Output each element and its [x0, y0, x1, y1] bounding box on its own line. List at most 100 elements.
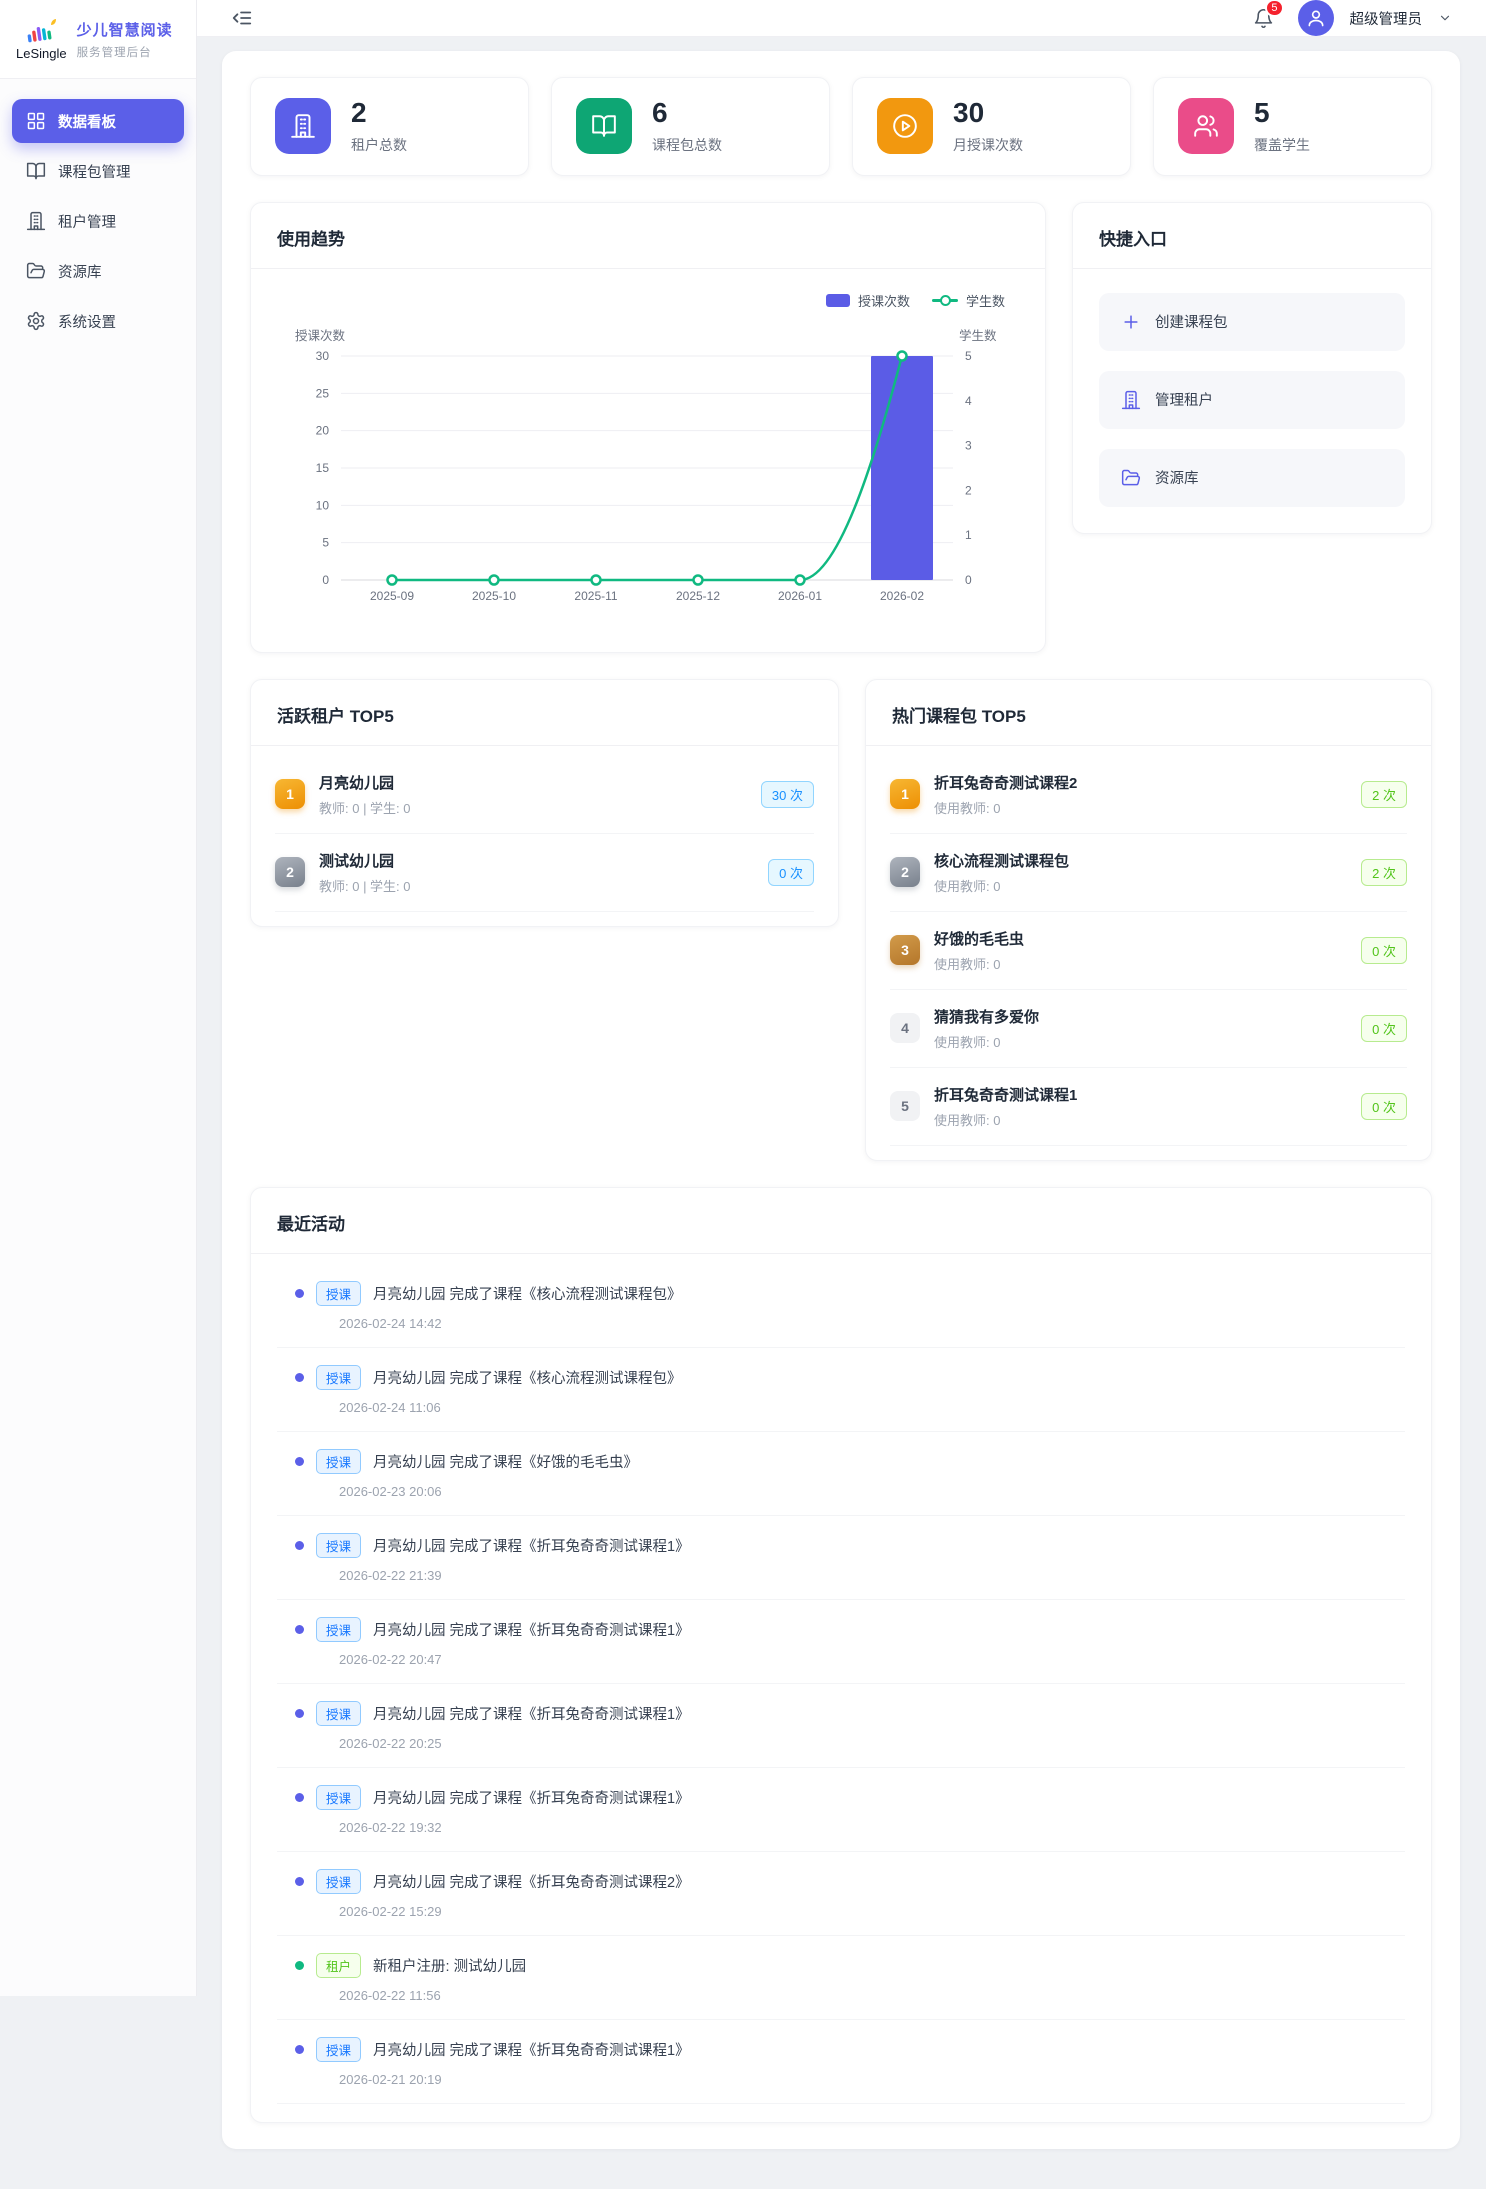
sidebar-item[interactable]: 资源库	[12, 249, 184, 293]
package-meta: 使用教师: 0	[934, 1032, 1347, 1051]
sidebar-item-label: 课程包管理	[58, 161, 131, 182]
quick-entry-item[interactable]: 管理租户	[1099, 371, 1405, 429]
rank-badge: 4	[890, 1013, 920, 1043]
svg-text:授课次数: 授课次数	[295, 328, 346, 343]
book-icon	[26, 161, 46, 181]
activity-tag: 授课	[316, 1533, 361, 1558]
sidebar-item[interactable]: 课程包管理	[12, 149, 184, 193]
notifications-button[interactable]: 5	[1253, 8, 1274, 29]
brand-name: LeSingle	[16, 46, 67, 61]
stats-row: 2 租户总数 6 课程包总数	[250, 77, 1432, 176]
sidebar-item[interactable]: 租户管理	[12, 199, 184, 243]
package-name: 核心流程测试课程包	[934, 850, 1347, 871]
package-row: 3 好饿的毛毛虫 使用教师: 0 0 次	[890, 912, 1407, 990]
svg-text:2025-12: 2025-12	[676, 589, 720, 603]
recent-activity-card: 最近活动 授课 月亮幼儿园 完成了课程《核心流程测试课程包》 2026-02-2…	[250, 1187, 1432, 2123]
stat-value: 30	[953, 98, 1023, 129]
sidebar-nav: 数据看板 课程包管理 租户管理 资源库 系统设置	[0, 79, 196, 363]
activity-tag: 租户	[316, 1953, 361, 1978]
collapse-sidebar-icon[interactable]	[231, 7, 253, 29]
package-meta: 使用教师: 0	[934, 876, 1347, 895]
book-icon	[591, 113, 617, 139]
activity-text: 月亮幼儿园 完成了课程《核心流程测试课程包》	[373, 1367, 682, 1388]
stat-label: 租户总数	[351, 135, 407, 155]
svg-text:20: 20	[316, 423, 330, 437]
sidebar: LeSingle 少儿智慧阅读 服务管理后台 数据看板 课程包管理 租户管理 资…	[0, 0, 197, 1996]
activity-item: 授课 月亮幼儿园 完成了课程《折耳兔奇奇测试课程1》 2026-02-22 19…	[277, 1768, 1405, 1852]
activity-text: 月亮幼儿园 完成了课程《折耳兔奇奇测试课程1》	[373, 1787, 690, 1808]
activity-item: 授课 月亮幼儿园 完成了课程《好饿的毛毛虫》 2026-02-23 20:06	[277, 1432, 1405, 1516]
activity-time: 2026-02-22 20:47	[339, 1652, 1405, 1667]
activity-dot	[295, 1793, 304, 1802]
bar-series-swatch	[826, 294, 850, 307]
quick-entry-label: 管理租户	[1155, 389, 1213, 410]
tenant-row: 2 测试幼儿园 教师: 0 | 学生: 0 0 次	[275, 834, 814, 912]
svg-text:2026-01: 2026-01	[778, 589, 822, 603]
activity-tag: 授课	[316, 2037, 361, 2062]
activity-time: 2026-02-22 21:39	[339, 1568, 1405, 1583]
activity-dot	[295, 1625, 304, 1634]
sidebar-item-label: 租户管理	[58, 211, 116, 232]
activity-tag: 授课	[316, 1785, 361, 1810]
app-logo: LeSingle 少儿智慧阅读 服务管理后台	[0, 0, 196, 79]
activity-dot	[295, 1961, 304, 1970]
activity-item: 授课 月亮幼儿园 完成了课程《折耳兔奇奇测试课程1》 2026-02-22 20…	[277, 1600, 1405, 1684]
legend-student-count[interactable]: 学生数	[932, 291, 1005, 310]
plus-icon	[1121, 312, 1141, 332]
svg-text:30: 30	[316, 349, 330, 363]
package-row: 4 猜猜我有多爱你 使用教师: 0 0 次	[890, 990, 1407, 1068]
hot-packages-card: 热门课程包 TOP5 1 折耳兔奇奇测试课程2 使用教师: 0 2 次 2	[865, 679, 1432, 1161]
activity-item: 授课 月亮幼儿园 完成了课程《核心流程测试课程包》 2026-02-24 11:…	[277, 1348, 1405, 1432]
activity-dot	[295, 1373, 304, 1382]
activity-tag: 授课	[316, 1365, 361, 1390]
package-meta: 使用教师: 0	[934, 798, 1347, 817]
activity-item: 授课 月亮幼儿园 完成了课程《核心流程测试课程包》 2026-02-24 14:…	[277, 1264, 1405, 1348]
usage-trend-title: 使用趋势	[251, 203, 1045, 269]
activity-time: 2026-02-22 11:56	[339, 1988, 1405, 2003]
svg-text:3: 3	[965, 438, 972, 452]
play-circle-icon	[892, 113, 918, 139]
stat-label: 覆盖学生	[1254, 135, 1310, 155]
package-name: 折耳兔奇奇测试课程1	[934, 1084, 1347, 1105]
activity-item: 授课 月亮幼儿园 完成了课程《折耳兔奇奇测试课程1》 2026-02-22 21…	[277, 1516, 1405, 1600]
activity-tag: 授课	[316, 1701, 361, 1726]
tenant-meta: 教师: 0 | 学生: 0	[319, 876, 754, 895]
rank-badge: 2	[890, 857, 920, 887]
activity-time: 2026-02-22 20:25	[339, 1736, 1405, 1751]
building-icon	[26, 211, 46, 231]
activity-dot	[295, 1709, 304, 1718]
activity-text: 月亮幼儿园 完成了课程《折耳兔奇奇测试课程1》	[373, 1535, 690, 1556]
svg-text:15: 15	[316, 461, 330, 475]
chevron-down-icon[interactable]	[1438, 11, 1452, 25]
stat-card: 30 月授课次数	[852, 77, 1131, 176]
rank-badge: 2	[275, 857, 305, 887]
sidebar-item[interactable]: 数据看板	[12, 99, 184, 143]
quick-entry-item[interactable]: 创建课程包	[1099, 293, 1405, 351]
stat-value: 2	[351, 98, 407, 129]
svg-text:5: 5	[322, 535, 329, 549]
sidebar-item[interactable]: 系统设置	[12, 299, 184, 343]
user-avatar[interactable]	[1298, 0, 1334, 36]
package-meta: 使用教师: 0	[934, 1110, 1347, 1129]
quick-entry-item[interactable]: 资源库	[1099, 449, 1405, 507]
activity-time: 2026-02-24 14:42	[339, 1316, 1405, 1331]
building-icon	[290, 113, 316, 139]
legend-teach-count[interactable]: 授课次数	[826, 291, 910, 310]
activity-text: 月亮幼儿园 完成了课程《折耳兔奇奇测试课程1》	[373, 2039, 690, 2060]
activity-dot	[295, 1289, 304, 1298]
activity-time: 2026-02-22 19:32	[339, 1820, 1405, 1835]
gear-icon	[26, 311, 46, 331]
tenant-row: 1 月亮幼儿园 教师: 0 | 学生: 0 30 次	[275, 756, 814, 834]
svg-text:学生数: 学生数	[959, 328, 997, 343]
person-icon	[1306, 8, 1326, 28]
logo-mark-icon	[25, 18, 57, 44]
active-tenants-title: 活跃租户 TOP5	[251, 680, 838, 746]
product-subtitle: 服务管理后台	[77, 44, 173, 60]
usage-trend-card: 使用趋势 授课次数 学生数 051015202530012345授课次数学生数2…	[250, 202, 1046, 653]
user-name[interactable]: 超级管理员	[1350, 8, 1423, 29]
building-icon	[1121, 390, 1141, 410]
activity-text: 月亮幼儿园 完成了课程《折耳兔奇奇测试课程1》	[373, 1619, 690, 1640]
folder-icon	[26, 261, 46, 281]
svg-text:2025-11: 2025-11	[574, 589, 617, 603]
activity-item: 授课 月亮幼儿园 完成了课程《折耳兔奇奇测试课程1》 2026-02-21 20…	[277, 2020, 1405, 2104]
